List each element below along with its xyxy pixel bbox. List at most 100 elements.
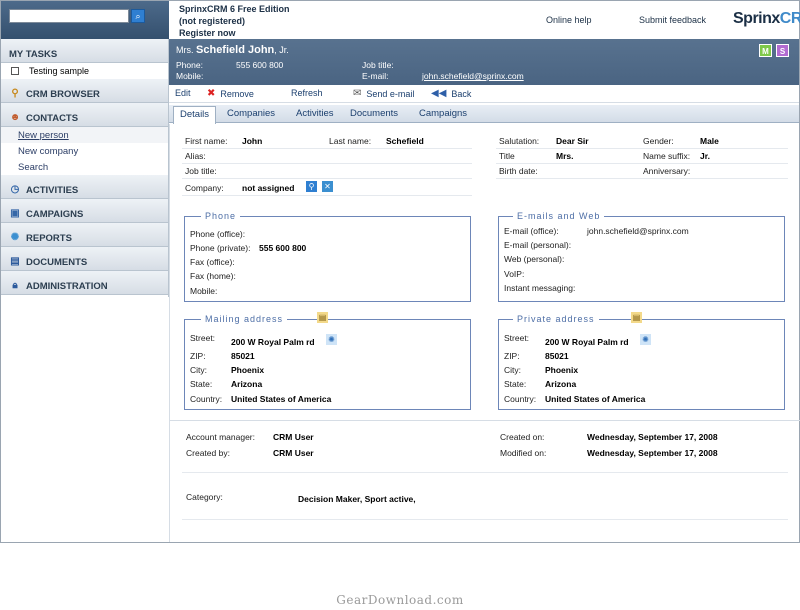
phone-box-title: Phone (201, 211, 241, 221)
sidebar-new-company[interactable]: New company (1, 143, 168, 159)
magnifier-icon: ⚲ (11, 88, 19, 99)
reports-label: REPORTS (26, 232, 72, 244)
account-manager-value: CRM User (273, 432, 314, 442)
campaign-icon: ▣ (10, 208, 20, 219)
created-by-value: CRM User (273, 448, 314, 458)
mailing-zip-label: ZIP: (190, 351, 206, 361)
registration-status: (not registered) (179, 16, 246, 26)
private-street-value: 200 W Royal Palm rd (545, 337, 629, 347)
tab-activities[interactable]: Activities (296, 108, 333, 119)
mailing-city-label: City: (190, 365, 207, 375)
badge-s[interactable]: S (776, 44, 789, 57)
refresh-button[interactable]: Refresh (291, 88, 323, 98)
task-item[interactable]: Testing sample (1, 63, 168, 79)
sidebar: MY TASKS Testing sample ⚲ CRM BROWSER ☻ CO… (1, 39, 169, 297)
last-name-label: Last name: (329, 136, 372, 146)
mailing-country-value: United States of America (231, 394, 332, 404)
task-checkbox[interactable] (11, 67, 19, 75)
back-button[interactable]: ◀◀ Back (431, 88, 471, 99)
lock-icon: 🔒︎ (12, 280, 18, 291)
search-button[interactable]: ⌕ (131, 9, 145, 23)
logo-part-a: Sprinx (733, 10, 780, 27)
company-value: not assigned (242, 183, 295, 193)
divider (182, 178, 472, 179)
contact-title-name: Mrs. Schefield John, Jr. (176, 44, 289, 56)
badge-m[interactable]: M (759, 44, 772, 57)
mailing-city-value: Phoenix (231, 365, 265, 375)
search-company-icon[interactable]: ⚲ (306, 181, 317, 192)
tab-bar: Details Companies Activities Documents C… (169, 105, 799, 124)
sidebar-reports[interactable]: ✺ REPORTS (1, 223, 168, 247)
sidebar-search[interactable]: Search (1, 159, 168, 175)
clock-icon: ◷ (10, 184, 20, 195)
divider (496, 148, 788, 149)
tab-documents[interactable]: Documents (350, 108, 398, 119)
private-country-label: Country: (504, 394, 537, 404)
emails-web-box: E-mails and Web E-mail (office): john.sc… (498, 211, 785, 302)
name-suffix-label: Name suffix: (643, 151, 691, 161)
remove-label: Remove (220, 88, 254, 99)
salutation-label: Salutation: (499, 136, 540, 146)
first-name-label: First name: (185, 136, 228, 146)
send-email-button[interactable]: ✉ Send e-mail (353, 88, 414, 99)
fax-office-label: Fax (office): (190, 257, 235, 267)
divider (182, 472, 788, 473)
mailing-state-value: Arizona (231, 379, 263, 389)
private-address-box: Private address ▤ Street: 200 W Royal Pa… (498, 312, 785, 410)
contact-suffix: , Jr. (274, 45, 289, 55)
sidebar-contacts[interactable]: ☻ CONTACTS (1, 103, 168, 127)
phone-box: Phone Phone (office): Phone (private): 5… (184, 211, 471, 302)
sidebar-activities[interactable]: ◷ ACTIVITIES (1, 175, 168, 199)
private-street-label: Street: (504, 333, 530, 343)
reports-icon: ✺ (10, 232, 20, 243)
tab-details[interactable]: Details (173, 106, 217, 124)
register-link[interactable]: Register now (179, 27, 290, 39)
sidebar-administration[interactable]: 🔒︎ ADMINISTRATION (1, 271, 168, 295)
crm-browser-label: CRM BROWSER (26, 88, 100, 100)
edit-button[interactable]: Edit (175, 88, 191, 98)
header-email-link[interactable]: john.schefield@sprinx.com (422, 71, 524, 81)
mailing-street-label: Street: (190, 333, 216, 343)
sidebar-new-person[interactable]: New person (1, 127, 168, 143)
send-email-label: Send e-mail (366, 88, 415, 99)
contact-title: Mrs. (176, 45, 194, 55)
map-icon[interactable]: ✺ (640, 334, 651, 345)
salutation-value: Dear Sir (556, 136, 589, 146)
title-value: Mrs. (556, 151, 574, 161)
task-label: Testing sample (29, 66, 90, 76)
administration-label: ADMINISTRATION (26, 280, 108, 292)
mailing-box-title: Mailing address (201, 314, 288, 324)
last-name-value: Schefield (386, 136, 424, 146)
online-help-link[interactable]: Online help (546, 15, 592, 25)
tab-companies[interactable]: Companies (227, 108, 275, 119)
copy-address-icon[interactable]: ▤ (631, 312, 642, 323)
map-icon[interactable]: ✺ (326, 334, 337, 345)
app-window: ⌕ SprinxCRM 6 Free Edition (not register… (0, 0, 800, 543)
toolbar: Edit ✖ Remove Refresh ✉ Send e-mail ◀◀ Back (169, 85, 799, 103)
sidebar-campaigns[interactable]: ▣ CAMPAIGNS (1, 199, 168, 223)
job-title-label: Job title: (185, 166, 217, 176)
logo-part-b: CRM (779, 10, 800, 27)
search-input[interactable] (9, 9, 129, 23)
contacts-label: CONTACTS (26, 112, 79, 124)
private-country-value: United States of America (545, 394, 646, 404)
sidebar-my-tasks[interactable]: MY TASKS (1, 39, 168, 63)
copy-address-icon[interactable]: ▤ (317, 312, 328, 323)
first-name-value: John (242, 136, 263, 146)
mailing-country-label: Country: (190, 394, 223, 404)
sidebar-documents[interactable]: ▤ DOCUMENTS (1, 247, 168, 271)
edition-info: SprinxCRM 6 Free Edition (not registered… (179, 3, 290, 39)
mailing-zip-value: 85021 (231, 351, 255, 361)
clear-company-icon[interactable]: ✕ (322, 181, 333, 192)
modified-on-value: Wednesday, September 17, 2008 (587, 448, 718, 458)
category-value: Decision Maker, Sport active, (298, 494, 416, 504)
submit-feedback-link[interactable]: Submit feedback (639, 15, 706, 25)
account-manager-label: Account manager: (186, 432, 255, 442)
tab-campaigns[interactable]: Campaigns (419, 108, 467, 119)
header-email-label: E-mail: (362, 71, 389, 81)
email-office-value[interactable]: john.schefield@sprinx.com (587, 226, 689, 236)
remove-button[interactable]: ✖ Remove (207, 88, 254, 99)
im-label: Instant messaging: (504, 283, 576, 293)
sidebar-crm-browser[interactable]: ⚲ CRM BROWSER (1, 79, 168, 103)
main-panel: Mrs. Schefield John, Jr. Phone: 555 600 … (169, 39, 800, 542)
